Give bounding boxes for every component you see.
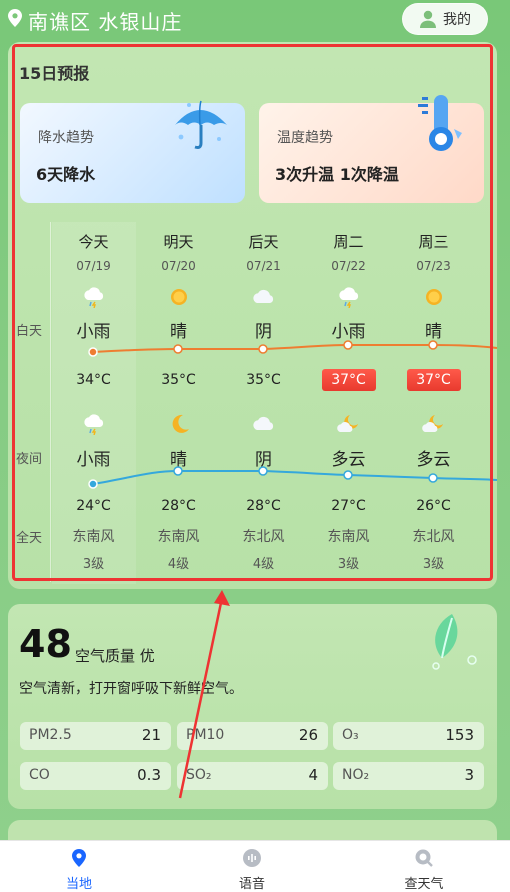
- day-name: 今天: [78, 233, 109, 251]
- pollutant-name: NO₂: [342, 767, 370, 783]
- high-temp: 34°C: [76, 372, 111, 388]
- high-temp: 35°C: [161, 372, 196, 388]
- bottom-navigation: 当地 语音 查天气: [0, 840, 510, 892]
- wind-direction: 东南风: [72, 529, 115, 545]
- pollutant-pm10: PM10 26: [177, 722, 328, 750]
- pollutant-value: 4: [308, 766, 318, 784]
- day-date: 07/19: [76, 259, 111, 273]
- day-weather: 小雨: [331, 322, 366, 342]
- day-name: 明天: [163, 233, 194, 251]
- low-temp: 28°C: [161, 498, 196, 514]
- day-date: 07/23: [416, 259, 451, 273]
- wind-direction: 东南风: [327, 529, 370, 545]
- wind-level: 3级: [422, 557, 445, 572]
- sun-icon: [425, 289, 442, 305]
- wind-level: 4级: [252, 557, 275, 572]
- night-weather: 小雨: [76, 450, 111, 470]
- location-pin-icon: [8, 9, 22, 27]
- wind-level: 3级: [82, 557, 105, 572]
- daytime-row-label: 白天: [16, 324, 43, 339]
- aqi-label: 空气质量 优: [75, 647, 155, 665]
- aqi-description: 空气清新，打开窗呼吸下新鲜空气。: [19, 681, 243, 697]
- nav-label: 当地: [65, 877, 92, 892]
- day-date: 07/22: [331, 259, 366, 273]
- day-name: 周二: [333, 233, 364, 251]
- pollutant-no2: NO₂ 3: [333, 762, 484, 790]
- high-temp: 35°C: [246, 372, 281, 388]
- wind-level: 4级: [167, 557, 190, 572]
- high-temp-hot-badge: 37°C: [321, 369, 376, 391]
- day-weather: 晴: [170, 322, 187, 342]
- pollutant-value: 21: [141, 726, 161, 744]
- partly-cloudy-night-icon: [421, 415, 443, 432]
- light-rain-icon: [338, 287, 358, 308]
- pollutant-name: PM2.5: [29, 727, 72, 743]
- light-rain-icon: [83, 414, 103, 435]
- search-weather-icon: [415, 849, 433, 867]
- location-icon: [72, 849, 86, 867]
- pollutant-co: CO 0.3: [20, 762, 171, 790]
- pollutant-so2: SO₂ 4: [177, 762, 328, 790]
- night-weather: 阴: [255, 450, 272, 470]
- all-day-row-label: 全天: [16, 531, 43, 546]
- wind-direction: 东北风: [242, 529, 285, 545]
- day-name: 后天: [248, 233, 279, 251]
- pollutant-value: 153: [445, 726, 474, 744]
- nav-label: 查天气: [404, 877, 444, 892]
- nighttime-row-label: 夜间: [16, 452, 43, 467]
- pollutant-name: PM10: [186, 727, 225, 743]
- aqi-value: 48: [19, 622, 72, 666]
- pollutant-value: 3: [464, 766, 474, 784]
- pollutant-name: O₃: [342, 727, 359, 743]
- night-weather: 多云: [416, 450, 451, 470]
- pollutant-pm25: PM2.5 21: [20, 722, 171, 750]
- pollutant-value: 0.3: [137, 766, 161, 784]
- light-rain-icon: [83, 287, 103, 308]
- night-weather: 晴: [170, 450, 187, 470]
- nav-label: 语音: [238, 877, 265, 892]
- nav-search-weather[interactable]: 查天气: [369, 841, 479, 892]
- day-name: 周三: [418, 233, 449, 251]
- wind-direction: 东南风: [157, 529, 200, 545]
- low-temp: 24°C: [76, 498, 111, 514]
- night-weather: 多云: [331, 450, 366, 470]
- day-weather: 小雨: [76, 322, 111, 342]
- pollutant-name: SO₂: [186, 767, 212, 783]
- pollutant-o3: O₃ 153: [333, 722, 484, 750]
- overcast-icon: [252, 416, 273, 430]
- day-weather: 晴: [425, 322, 442, 342]
- partly-cloudy-night-icon: [336, 415, 358, 432]
- nav-local[interactable]: 当地: [24, 841, 134, 892]
- day-weather: 阴: [255, 322, 272, 342]
- overcast-icon: [252, 289, 273, 303]
- sun-icon: [170, 289, 187, 305]
- day-date: 07/20: [161, 259, 196, 273]
- voice-icon: [243, 849, 261, 867]
- wind-direction: 东北风: [412, 529, 455, 545]
- wind-level: 3级: [337, 557, 360, 572]
- low-temp: 26°C: [416, 498, 451, 514]
- low-temp: 28°C: [246, 498, 281, 514]
- moon-icon: [172, 414, 189, 433]
- pollutant-name: CO: [29, 767, 50, 783]
- day-date: 07/21: [246, 259, 281, 273]
- low-temp: 27°C: [331, 498, 366, 514]
- pollutant-value: 26: [298, 726, 318, 744]
- high-temp-hot-badge: 37°C: [406, 369, 461, 391]
- nav-voice[interactable]: 语音: [197, 841, 307, 892]
- leaf-icon: [432, 614, 477, 670]
